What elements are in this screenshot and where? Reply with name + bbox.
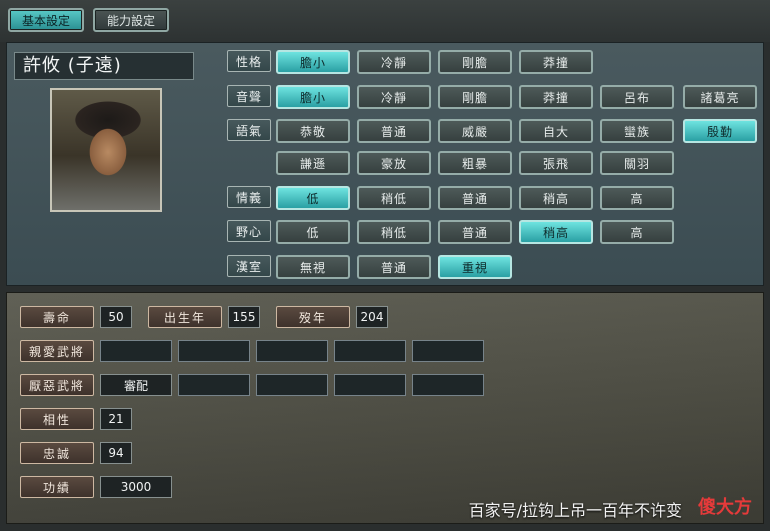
row-label-personality: 性格 (227, 50, 271, 72)
character-name: 許攸 (子遠) (14, 52, 194, 80)
tone-option-normal[interactable]: 普通 (357, 119, 431, 143)
liked-officer-slot[interactable] (256, 340, 328, 362)
liked-officer-slot[interactable] (100, 340, 172, 362)
disliked-officer-slot[interactable] (334, 374, 406, 396)
voice-option-calm[interactable]: 冷靜 (357, 85, 431, 109)
watermark-logo: 傻大方 (698, 497, 752, 518)
tone-option-barbarian[interactable]: 蠻族 (600, 119, 674, 143)
lifespan-value: 50 (100, 306, 132, 328)
ambition-option-high[interactable]: 高 (600, 220, 674, 244)
disliked-officer-slot[interactable] (178, 374, 250, 396)
personality-option-bold[interactable]: 剛膽 (438, 50, 512, 74)
row-label-voice: 音聲 (227, 85, 271, 107)
feeling-option-normal[interactable]: 普通 (438, 186, 512, 210)
watermark-text: 百家号/拉钩上吊一百年不许变 (468, 501, 682, 520)
death-year-value: 204 (356, 306, 388, 328)
liked-officer-slot[interactable] (178, 340, 250, 362)
personality-option-calm[interactable]: 冷靜 (357, 50, 431, 74)
voice-option-lubu[interactable]: 呂布 (600, 85, 674, 109)
feeling-option-slightly-low[interactable]: 稍低 (357, 186, 431, 210)
tone-option-zhang-fei[interactable]: 張飛 (519, 151, 593, 175)
disliked-officers-label[interactable]: 厭惡武將 (20, 374, 94, 396)
voice-option-timid[interactable]: 膽小 (276, 85, 350, 109)
han-option-ignore[interactable]: 無視 (276, 255, 350, 279)
row-label-loyalty-feeling: 情義 (227, 186, 271, 208)
lifespan-label[interactable]: 壽命 (20, 306, 94, 328)
disliked-officer-slot[interactable] (256, 374, 328, 396)
disliked-officer-slot[interactable]: 審配 (100, 374, 172, 396)
tab-ability-settings[interactable]: 能力設定 (93, 8, 169, 32)
disliked-officer-slot[interactable] (412, 374, 484, 396)
tone-option-stern[interactable]: 威嚴 (438, 119, 512, 143)
compatibility-label[interactable]: 相性 (20, 408, 94, 430)
han-option-normal[interactable]: 普通 (357, 255, 431, 279)
birth-year-label: 出生年 (148, 306, 222, 328)
birth-year-value: 155 (228, 306, 260, 328)
liked-officers-label[interactable]: 親愛武將 (20, 340, 94, 362)
tone-option-respectful[interactable]: 恭敬 (276, 119, 350, 143)
personality-option-reckless[interactable]: 莽撞 (519, 50, 593, 74)
liked-officer-slot[interactable] (334, 340, 406, 362)
ambition-option-low[interactable]: 低 (276, 220, 350, 244)
ambition-option-normal[interactable]: 普通 (438, 220, 512, 244)
tone-option-courteous[interactable]: 殷勤 (683, 119, 757, 143)
loyalty-value: 94 (100, 442, 132, 464)
feeling-option-low[interactable]: 低 (276, 186, 350, 210)
tone-option-bold-free[interactable]: 豪放 (357, 151, 431, 175)
row-label-tone: 語氣 (227, 119, 271, 141)
compatibility-value: 21 (100, 408, 132, 430)
tone-option-guan-yu[interactable]: 關羽 (600, 151, 674, 175)
row-label-han-court: 漢室 (227, 255, 271, 277)
tab-basic-settings[interactable]: 基本設定 (8, 8, 84, 32)
voice-option-zhuge-liang[interactable]: 諸葛亮 (683, 85, 757, 109)
death-year-label: 歿年 (276, 306, 350, 328)
tone-option-rough[interactable]: 粗暴 (438, 151, 512, 175)
han-option-value[interactable]: 重視 (438, 255, 512, 279)
ambition-option-slightly-low[interactable]: 稍低 (357, 220, 431, 244)
voice-option-bold[interactable]: 剛膽 (438, 85, 512, 109)
tone-option-arrogant[interactable]: 自大 (519, 119, 593, 143)
loyalty-label[interactable]: 忠誠 (20, 442, 94, 464)
merit-label[interactable]: 功績 (20, 476, 94, 498)
row-label-ambition: 野心 (227, 220, 271, 242)
voice-option-reckless[interactable]: 莽撞 (519, 85, 593, 109)
ambition-option-slightly-high[interactable]: 稍高 (519, 220, 593, 244)
character-portrait (50, 88, 162, 212)
liked-officer-slot[interactable] (412, 340, 484, 362)
personality-option-timid[interactable]: 膽小 (276, 50, 350, 74)
tone-option-humble[interactable]: 謙遜 (276, 151, 350, 175)
feeling-option-high[interactable]: 高 (600, 186, 674, 210)
feeling-option-slightly-high[interactable]: 稍高 (519, 186, 593, 210)
merit-value: 3000 (100, 476, 172, 498)
